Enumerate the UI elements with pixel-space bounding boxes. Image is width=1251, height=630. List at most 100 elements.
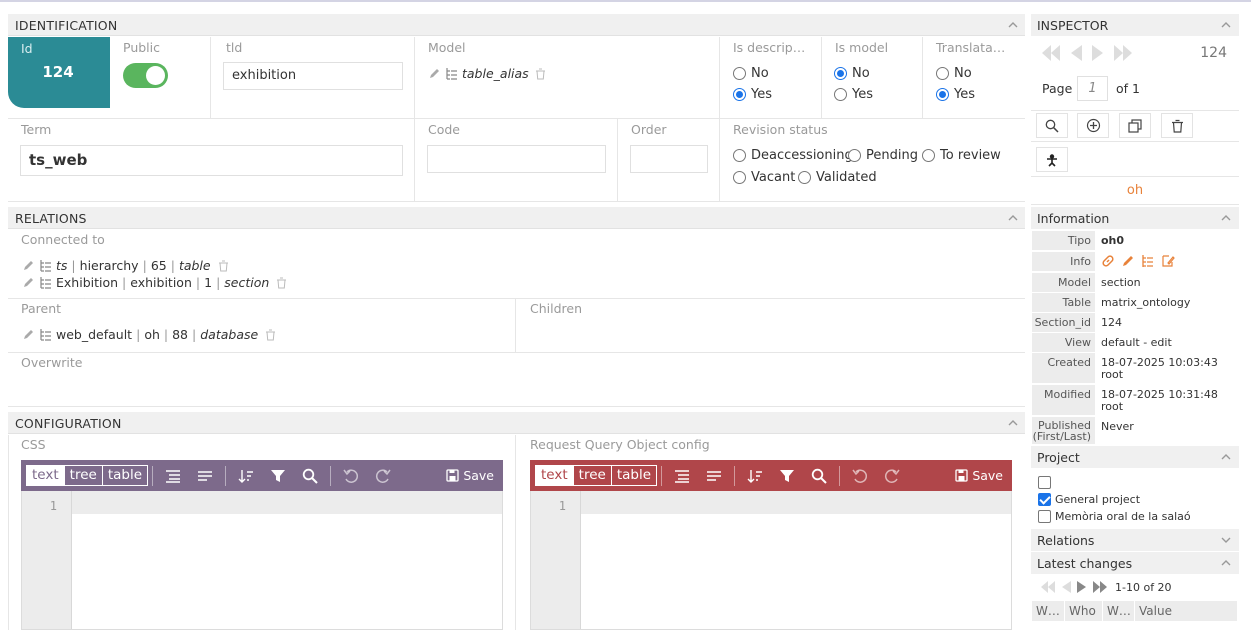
redo-icon[interactable]	[876, 468, 908, 484]
chevron-down-icon[interactable]	[1220, 534, 1232, 546]
save-button[interactable]: Save	[446, 468, 494, 483]
trash-icon[interactable]	[535, 68, 546, 80]
prev-page-icon[interactable]	[1060, 580, 1072, 594]
rqo-editor[interactable]: text tree table Save 1	[530, 460, 1012, 630]
mode-text-button[interactable]: text	[536, 466, 573, 485]
project-checkbox-memoria[interactable]: Memòria oral de la salaó	[1038, 510, 1191, 523]
descriptor-no-radio[interactable]: No	[733, 66, 769, 81]
format-icon[interactable]	[157, 469, 189, 483]
sort-icon[interactable]	[739, 468, 771, 484]
edit-doc-icon[interactable]	[1161, 254, 1175, 271]
term-input[interactable]: ts_web	[20, 145, 403, 176]
compact-icon[interactable]	[189, 469, 221, 483]
mode-tree-button[interactable]: tree	[63, 466, 102, 485]
sort-icon[interactable]	[230, 468, 262, 484]
redo-icon[interactable]	[367, 468, 399, 484]
chevron-up-icon[interactable]	[1220, 557, 1232, 569]
project-checkbox-general[interactable]: General project	[1038, 493, 1140, 506]
tool-button[interactable]	[1036, 147, 1068, 172]
mode-text-button[interactable]: text	[27, 466, 64, 485]
next-page-icon[interactable]	[1076, 580, 1088, 594]
tld-input[interactable]: exhibition	[223, 62, 403, 90]
parent-item[interactable]: web_default | oh | 88 | database	[22, 327, 280, 342]
prev-record-icon[interactable]	[1068, 43, 1084, 63]
trash-icon[interactable]	[276, 277, 287, 289]
connected-item-2[interactable]: Exhibition | exhibition | 1 | section	[22, 275, 291, 290]
revision-vacant-radio[interactable]: Vacant	[733, 170, 795, 185]
project-checkbox-all[interactable]	[1038, 476, 1055, 489]
relations-inspector-header[interactable]: Relations	[1031, 529, 1239, 551]
delete-button[interactable]	[1161, 113, 1193, 138]
duplicate-button[interactable]	[1119, 113, 1151, 138]
mode-tree-button[interactable]: tree	[572, 466, 611, 485]
tree-icon[interactable]	[39, 259, 52, 272]
add-button[interactable]	[1077, 113, 1109, 138]
relations-header[interactable]: RELATIONS	[8, 207, 1025, 229]
connected-item-1[interactable]: ts | hierarchy | 65 | table	[22, 258, 233, 273]
revision-pending-radio[interactable]: Pending	[848, 148, 918, 163]
chevron-up-icon[interactable]	[1220, 451, 1232, 463]
link-icon[interactable]	[1101, 254, 1115, 271]
undo-icon[interactable]	[335, 468, 367, 484]
info-row-info: Info	[1032, 252, 1237, 271]
last-record-icon[interactable]	[1112, 43, 1134, 63]
mode-switch[interactable]: text tree table	[535, 465, 658, 486]
revision-validated-radio[interactable]: Validated	[798, 170, 877, 185]
tree-icon[interactable]	[39, 276, 52, 289]
ismodel-yes-radio[interactable]: Yes	[834, 87, 873, 102]
revision-toreview-radio[interactable]: To review	[922, 148, 1001, 163]
tree-icon[interactable]	[1141, 254, 1155, 271]
public-toggle[interactable]	[123, 63, 168, 88]
model-link[interactable]: table_alias	[428, 66, 550, 81]
last-page-icon[interactable]	[1092, 580, 1108, 594]
first-page-icon[interactable]	[1040, 580, 1056, 594]
code-input[interactable]	[427, 145, 606, 173]
tree-icon[interactable]	[445, 67, 458, 80]
pencil-icon[interactable]	[22, 259, 35, 272]
project-header[interactable]: Project	[1031, 446, 1239, 468]
mode-table-button[interactable]: table	[101, 466, 147, 485]
chevron-up-icon[interactable]	[1007, 212, 1019, 224]
tree-icon[interactable]	[39, 328, 52, 341]
chevron-up-icon[interactable]	[1220, 212, 1232, 224]
latest-changes-header[interactable]: Latest changes	[1031, 552, 1239, 574]
search-icon[interactable]	[803, 468, 835, 484]
rqo-code-area[interactable]: 1	[530, 491, 1012, 630]
identification-header[interactable]: IDENTIFICATION	[8, 14, 1025, 36]
configuration-header[interactable]: CONFIGURATION	[8, 412, 1025, 434]
first-record-icon[interactable]	[1040, 43, 1062, 63]
next-record-icon[interactable]	[1090, 43, 1106, 63]
search-button[interactable]	[1036, 113, 1068, 138]
save-button[interactable]: Save	[955, 468, 1003, 483]
chevron-up-icon[interactable]	[1220, 19, 1232, 31]
inspector-header[interactable]: INSPECTOR	[1031, 14, 1239, 36]
translatable-yes-radio[interactable]: Yes	[936, 87, 975, 102]
compact-icon[interactable]	[698, 469, 730, 483]
page-input[interactable]: 1	[1077, 76, 1108, 101]
filter-icon[interactable]	[771, 468, 803, 484]
chevron-up-icon[interactable]	[1007, 417, 1019, 429]
information-header[interactable]: Information	[1031, 207, 1239, 229]
order-input[interactable]	[630, 145, 708, 173]
pencil-icon[interactable]	[22, 328, 35, 341]
inspector-panel: INSPECTOR 124 Page 1 of 1 oh Information…	[1031, 14, 1239, 630]
mode-switch[interactable]: text tree table	[26, 465, 149, 486]
pencil-icon[interactable]	[428, 67, 441, 80]
translatable-no-radio[interactable]: No	[936, 66, 972, 81]
filter-icon[interactable]	[262, 468, 294, 484]
latest-changes-title: Latest changes	[1037, 556, 1133, 571]
descriptor-yes-radio[interactable]: Yes	[733, 87, 772, 102]
trash-icon[interactable]	[265, 329, 276, 341]
pencil-icon[interactable]	[1121, 254, 1135, 271]
revision-deaccessioning-radio[interactable]: Deaccessioning	[733, 148, 853, 163]
search-icon[interactable]	[294, 468, 326, 484]
mode-table-button[interactable]: table	[610, 466, 656, 485]
undo-icon[interactable]	[844, 468, 876, 484]
ismodel-no-radio[interactable]: No	[834, 66, 870, 81]
css-code-area[interactable]: 1	[21, 491, 503, 630]
trash-icon[interactable]	[218, 260, 229, 272]
css-editor[interactable]: text tree table Save 1	[21, 460, 503, 630]
pencil-icon[interactable]	[22, 276, 35, 289]
chevron-up-icon[interactable]	[1007, 19, 1019, 31]
format-icon[interactable]	[666, 469, 698, 483]
